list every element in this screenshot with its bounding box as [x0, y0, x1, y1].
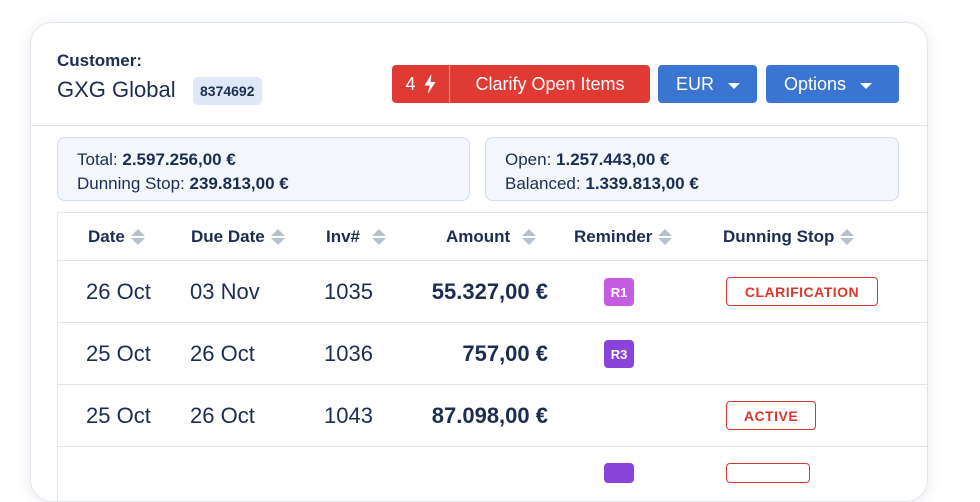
column-label: Inv#: [326, 227, 361, 246]
sort-arrows-icon: [372, 229, 387, 245]
column-label: Due Date: [191, 227, 265, 246]
summary-dunning-stop: Dunning Stop: 239.813,00 €: [77, 172, 450, 196]
cell-due-date: 03 Nov: [190, 279, 260, 304]
dunning-stop-badge: CLARIFICATION: [726, 277, 878, 306]
options-label: Options: [784, 73, 847, 94]
clarify-open-items-button[interactable]: 4 Clarify Open Items: [392, 65, 650, 103]
column-label: Date: [88, 227, 125, 246]
reminder-badge: [604, 463, 634, 483]
balanced-value: 1.339.813,00 €: [585, 174, 699, 193]
column-header-due-date[interactable]: Due Date: [191, 227, 285, 247]
customer-id-badge: 8374692: [193, 77, 262, 105]
dunning-stop-badge: [726, 463, 810, 483]
options-dropdown[interactable]: Options: [766, 65, 899, 103]
cell-due-date: 26 Oct: [190, 341, 255, 366]
reminder-badge: R1: [604, 278, 634, 306]
open-value: 1.257.443,00 €: [556, 150, 670, 169]
summary-box-totals: Total: 2.597.256,00 € Dunning Stop: 239.…: [57, 137, 470, 201]
currency-value: EUR: [676, 73, 715, 94]
table-header: Date Due Date Inv# Amount Reminder Dunni…: [58, 213, 927, 261]
cell-date: 25 Oct: [86, 341, 151, 366]
cell-invoice-number: 1035: [324, 279, 373, 304]
sort-arrows-icon: [522, 229, 537, 245]
table-row[interactable]: [58, 447, 927, 501]
total-label: Total:: [77, 150, 118, 169]
column-label: Reminder: [574, 227, 653, 246]
summary-balanced: Balanced: 1.339.813,00 €: [505, 172, 879, 196]
column-header-reminder[interactable]: Reminder: [574, 227, 673, 247]
invoice-table: Date Due Date Inv# Amount Reminder Dunni…: [57, 212, 927, 501]
sort-arrows-icon: [130, 229, 145, 245]
column-label: Dunning Stop: [723, 227, 835, 246]
column-header-inv[interactable]: Inv#: [326, 227, 387, 247]
sort-arrows-icon: [840, 229, 855, 245]
table-row[interactable]: 25 Oct 26 Oct 1043 87.098,00 € ACTIVE: [58, 385, 927, 447]
dunning-stop-badge: ACTIVE: [726, 401, 816, 430]
dunning-stop-label: Dunning Stop:: [77, 174, 185, 193]
reminder-badge: R3: [604, 340, 634, 368]
chevron-down-icon: [860, 83, 873, 89]
cell-invoice-number: 1043: [324, 403, 373, 428]
cell-date: 25 Oct: [86, 403, 151, 428]
column-label: Amount: [446, 227, 511, 246]
clarify-count-segment[interactable]: 4: [392, 65, 450, 103]
currency-dropdown[interactable]: EUR: [658, 65, 757, 103]
total-value: 2.597.256,00 €: [122, 150, 236, 169]
cell-amount: 87.098,00 €: [431, 403, 548, 428]
cell-due-date: 26 Oct: [190, 403, 255, 428]
sort-arrows-icon: [658, 229, 673, 245]
table-row[interactable]: 26 Oct 03 Nov 1035 55.327,00 € R1 CLARIF…: [58, 261, 927, 323]
balanced-label: Balanced:: [505, 174, 581, 193]
cell-invoice-number: 1036: [324, 341, 373, 366]
cell-amount: 55.327,00 €: [431, 279, 548, 304]
summary-box-balance: Open: 1.257.443,00 € Balanced: 1.339.813…: [485, 137, 899, 201]
clarify-count: 4: [405, 73, 416, 94]
cell-date: 26 Oct: [86, 279, 151, 304]
summary-open: Open: 1.257.443,00 €: [505, 148, 879, 172]
lightning-bolt-icon: [424, 74, 435, 94]
table-row[interactable]: 25 Oct 26 Oct 1036 757,00 € R3: [58, 323, 927, 385]
chevron-down-icon: [728, 83, 741, 89]
column-header-amount[interactable]: Amount: [446, 227, 537, 247]
column-header-date[interactable]: Date: [88, 227, 145, 247]
clarify-label: Clarify Open Items: [475, 73, 625, 94]
summary-total: Total: 2.597.256,00 €: [77, 148, 450, 172]
sort-arrows-icon: [270, 229, 285, 245]
column-header-dunning-stop[interactable]: Dunning Stop: [723, 227, 855, 247]
dunning-stop-value: 239.813,00 €: [189, 174, 289, 193]
open-label: Open:: [505, 150, 552, 169]
cell-amount: 757,00 €: [462, 341, 548, 366]
customer-card: Customer: GXG Global 8374692 4 Clarify O…: [30, 22, 928, 502]
card-header: Customer: GXG Global 8374692 4 Clarify O…: [31, 23, 927, 126]
customer-name: GXG Global: [57, 77, 176, 102]
customer-label: Customer:: [57, 51, 143, 70]
